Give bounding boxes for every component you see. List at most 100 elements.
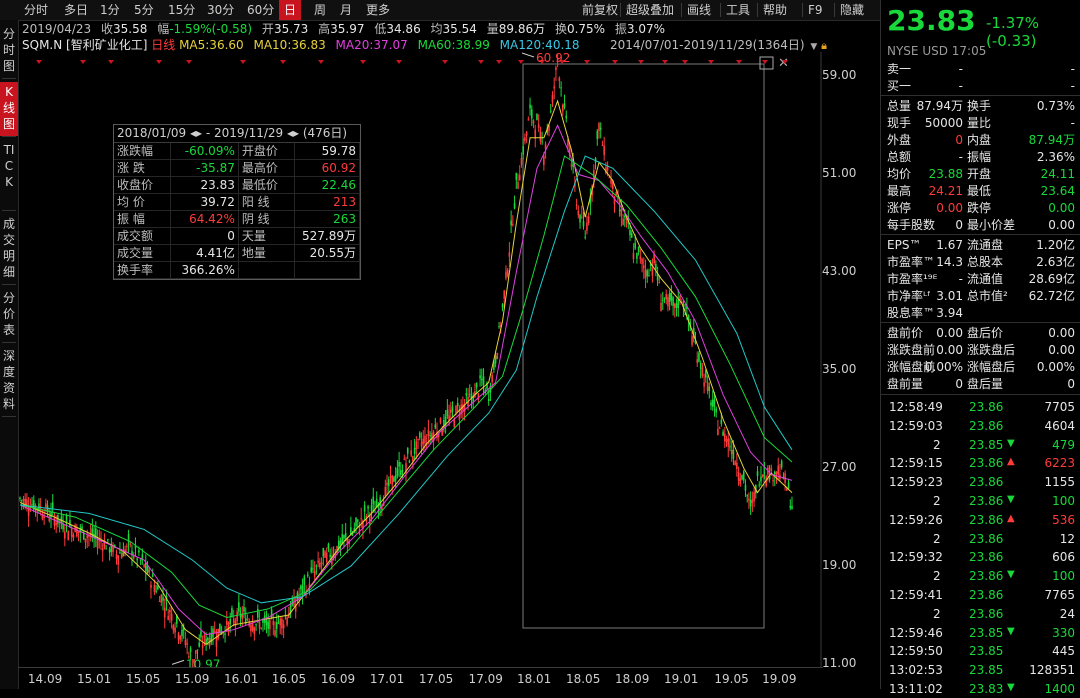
tick-row[interactable]: 13:11:02 23.83 ▼ 1400 bbox=[881, 680, 1080, 698]
period-tab-9[interactable]: 月 bbox=[340, 0, 352, 20]
left-tab-3[interactable]: 成交明细 bbox=[0, 214, 18, 284]
tick-time: 12:59:41 bbox=[889, 588, 943, 602]
candle-body bbox=[455, 405, 457, 414]
event-marker-icon[interactable] bbox=[442, 60, 448, 64]
lock-icon[interactable]: 🔒︎ bbox=[821, 39, 827, 52]
period-tab-2[interactable]: 1分 bbox=[100, 0, 120, 20]
period-tab-10[interactable]: 更多 bbox=[366, 0, 390, 20]
toolbar-action-6[interactable]: 隐藏 bbox=[840, 0, 864, 20]
event-marker-icon[interactable] bbox=[584, 60, 590, 64]
toolbar-action-5[interactable]: F9 bbox=[808, 0, 823, 20]
restore-icon[interactable] bbox=[759, 56, 774, 70]
date-range-display[interactable]: 2014/07/01-2019/11/29(1364日) ▼ 🔒︎ bbox=[610, 37, 827, 53]
range-statistics-box[interactable]: 2018/01/09 ◂▸ - 2019/11/29 ◂▸ (476日) 涨跌幅… bbox=[113, 124, 361, 280]
event-marker-icon[interactable] bbox=[682, 60, 688, 64]
event-marker-icon[interactable] bbox=[708, 60, 714, 64]
left-tab-0[interactable]: 分时图 bbox=[0, 24, 18, 78]
candle-body bbox=[313, 570, 316, 577]
event-marker-icon[interactable] bbox=[762, 60, 768, 64]
event-marker-icon[interactable] bbox=[108, 60, 114, 64]
tick-row[interactable]: 12:59:15 23.86 ▲ 6223 bbox=[881, 454, 1080, 472]
candle-body bbox=[637, 246, 640, 253]
tick-row[interactable]: 12:59:03 23.86 4604 bbox=[881, 417, 1080, 435]
candle-body bbox=[746, 495, 748, 497]
left-tab-5[interactable]: 深度资料 bbox=[0, 346, 18, 416]
arrow-down-icon: ▼ bbox=[1007, 569, 1015, 581]
event-marker-icon[interactable] bbox=[156, 60, 162, 64]
toolbar-action-1[interactable]: 超级叠加 bbox=[626, 0, 674, 20]
tick-row[interactable]: 2 23.86 ▼ 100 bbox=[881, 492, 1080, 510]
arrow-up-icon: ▲ bbox=[1007, 512, 1015, 524]
period-tab-1[interactable]: 多日 bbox=[64, 0, 88, 20]
candle-body bbox=[641, 258, 643, 264]
candle-body bbox=[181, 629, 183, 637]
tick-row[interactable]: 2 23.85 ▼ 479 bbox=[881, 436, 1080, 454]
period-tab-8[interactable]: 周 bbox=[314, 0, 326, 20]
period-tab-4[interactable]: 15分 bbox=[168, 0, 195, 20]
event-marker-icon[interactable] bbox=[360, 60, 366, 64]
candle-body bbox=[400, 470, 402, 475]
time-axis-tick: 16.01 bbox=[224, 672, 259, 686]
event-marker-icon[interactable] bbox=[280, 60, 286, 64]
event-marker-icon[interactable] bbox=[318, 60, 324, 64]
candle-body bbox=[501, 304, 504, 308]
left-tab-4[interactable]: 分价表 bbox=[0, 288, 18, 342]
close-icon[interactable]: ✕ bbox=[778, 56, 789, 71]
candle-body bbox=[580, 216, 583, 218]
candle-body bbox=[215, 637, 218, 647]
event-marker-icon[interactable] bbox=[662, 60, 668, 64]
quote-field-value: 87.94万 bbox=[916, 99, 963, 113]
event-marker-icon[interactable] bbox=[36, 60, 42, 64]
event-marker-icon[interactable] bbox=[638, 60, 644, 64]
event-marker-icon[interactable] bbox=[396, 60, 402, 64]
range-dropdown-icon[interactable]: ▼ bbox=[810, 42, 817, 52]
tick-row[interactable]: 13:02:53 23.85 128351 bbox=[881, 661, 1080, 679]
period-tab-7[interactable]: 日 bbox=[279, 0, 302, 20]
tick-volume: 6223 bbox=[1044, 456, 1075, 471]
toolbar-action-4[interactable]: 帮助 bbox=[763, 0, 787, 20]
tick-row[interactable]: 2 23.86 12 bbox=[881, 530, 1080, 548]
toolbar-action-2[interactable]: 画线 bbox=[687, 0, 711, 20]
tick-row[interactable]: 12:58:49 23.86 7705 bbox=[881, 398, 1080, 416]
toolbar-action-0[interactable]: 前复权 bbox=[582, 0, 618, 20]
event-marker-icon[interactable] bbox=[80, 60, 86, 64]
tick-row[interactable]: 2 23.86 24 bbox=[881, 605, 1080, 623]
period-tab-0[interactable]: 分时 bbox=[24, 0, 48, 20]
candle-body bbox=[758, 484, 761, 486]
range-selection-box[interactable] bbox=[522, 63, 765, 629]
tick-time: 12:59:32 bbox=[889, 550, 943, 565]
tick-row[interactable]: 12:59:26 23.86 ▲ 536 bbox=[881, 511, 1080, 529]
turnover-value: 0.75% bbox=[566, 22, 606, 36]
event-marker-icon[interactable] bbox=[736, 60, 742, 64]
tick-row[interactable]: 12:59:23 23.86 1155 bbox=[881, 473, 1080, 491]
event-marker-icon[interactable] bbox=[186, 60, 192, 64]
tick-row[interactable]: 12:59:41 23.86 7765 bbox=[881, 586, 1080, 604]
candle-body bbox=[651, 267, 654, 276]
event-marker-icon[interactable] bbox=[478, 60, 484, 64]
event-marker-icon[interactable] bbox=[612, 60, 618, 64]
event-marker-icon[interactable] bbox=[496, 60, 502, 64]
quote-field-value: 23.88 bbox=[928, 167, 963, 181]
statistic-value: 59.78 bbox=[294, 143, 360, 160]
statistic-value: -60.09% bbox=[170, 143, 239, 160]
time-axis-tick: 19.01 bbox=[664, 672, 699, 686]
period-tab-5[interactable]: 30分 bbox=[207, 0, 234, 20]
event-marker-icon[interactable] bbox=[518, 60, 524, 64]
left-tab-separator bbox=[2, 342, 16, 343]
tick-row[interactable]: 2 23.86 ▼ 100 bbox=[881, 567, 1080, 585]
candle-body bbox=[120, 552, 123, 559]
period-tab-3[interactable]: 5分 bbox=[134, 0, 154, 20]
tick-row[interactable]: 12:59:46 23.85 ▼ 330 bbox=[881, 624, 1080, 642]
tick-row[interactable]: 12:59:50 23.85 445 bbox=[881, 642, 1080, 660]
statistics-row: 收盘价 23.83 最低价 22.46 bbox=[114, 176, 360, 194]
tick-time: 2 bbox=[933, 569, 941, 584]
candle-body bbox=[543, 156, 545, 165]
tick-row[interactable]: 12:59:32 23.86 606 bbox=[881, 548, 1080, 566]
period-tab-6[interactable]: 60分 bbox=[247, 0, 274, 20]
left-tab-2[interactable]: TICK bbox=[0, 140, 18, 210]
left-tab-1[interactable]: K线图 bbox=[0, 82, 18, 136]
candle-body bbox=[234, 621, 237, 627]
candle-body bbox=[253, 627, 256, 635]
toolbar-action-3[interactable]: 工具 bbox=[726, 0, 750, 20]
event-marker-icon[interactable] bbox=[240, 60, 246, 64]
